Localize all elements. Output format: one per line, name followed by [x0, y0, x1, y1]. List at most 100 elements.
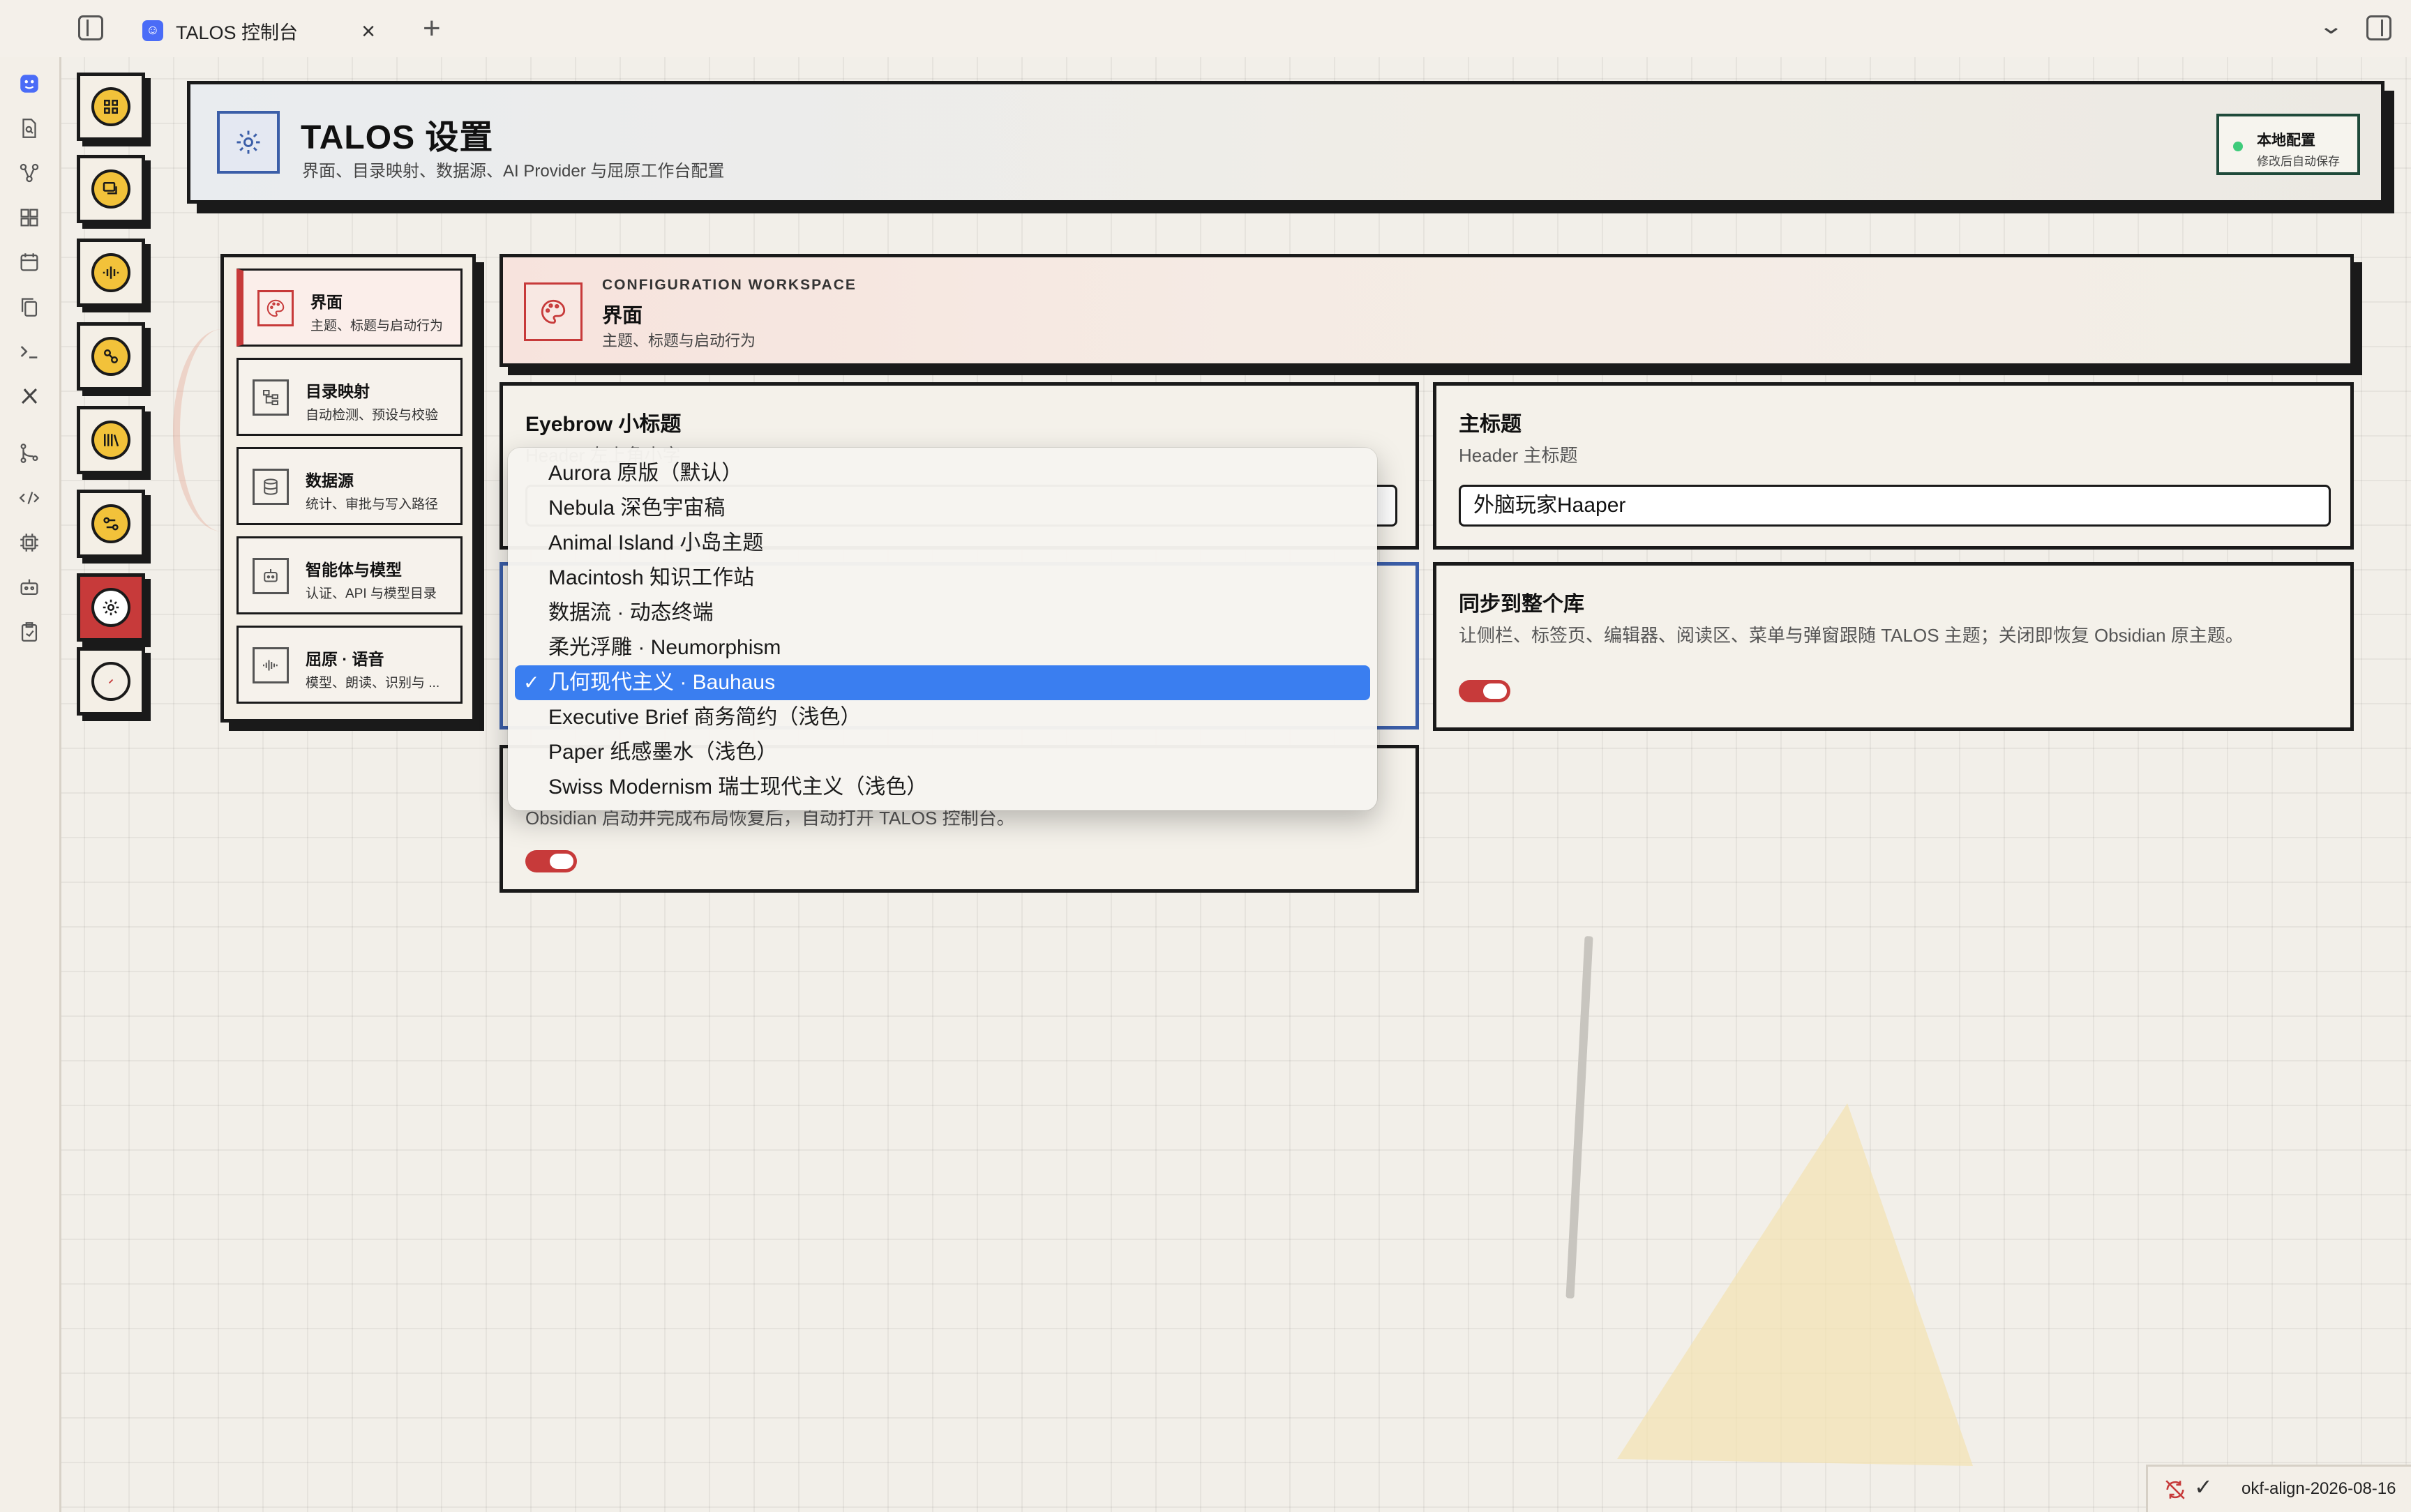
tab-title: TALOS 控制台 [176, 22, 299, 43]
palette-icon [257, 290, 294, 326]
nav-item-subtitle: 主题、标题与启动行为 [310, 319, 444, 333]
tools-icon[interactable] [15, 382, 43, 410]
status-bar: ✓ okf-align-2026-08-16 [2146, 1465, 2411, 1512]
card-subtitle: Header 主标题 [1459, 445, 1578, 466]
slash-circle-icon [91, 662, 130, 701]
card-subtitle: 让侧栏、标签页、编辑器、阅读区、菜单与弹窗跟随 TALOS 主题；关闭即恢复 O… [1459, 625, 2244, 646]
nav-item-title: 智能体与模型 [306, 561, 402, 579]
status-dot [2233, 142, 2243, 151]
card-title: Eyebrow 小标题 [525, 413, 682, 436]
talos-icon[interactable] [15, 70, 43, 98]
nav-item-quyuan-voice[interactable]: 屈原 · 语音 模型、朗读、识别与 ... [236, 626, 463, 704]
nav-item-agents-models[interactable]: 智能体与模型 认证、API 与模型目录 [236, 536, 463, 614]
palette-icon [524, 282, 583, 341]
ribbon [0, 57, 61, 1512]
graph-icon[interactable] [15, 159, 43, 187]
sync-vault-setting-card: 同步到整个库 让侧栏、标签页、编辑器、阅读区、菜单与弹窗跟随 TALOS 主题；… [1433, 562, 2354, 731]
chip-icon[interactable] [15, 529, 43, 557]
title-bar: ☺ TALOS 控制台 × + ⌄ [0, 0, 2411, 57]
page-title: TALOS 设置 [301, 119, 494, 156]
theme-option[interactable]: Macintosh 知识工作站 [515, 561, 1370, 596]
dock-voice-button[interactable] [77, 239, 145, 307]
workflow-icon [91, 337, 130, 376]
chevron-down-icon[interactable]: ⌄ [2318, 13, 2345, 39]
nav-item-title: 屈原 · 语音 [306, 650, 384, 668]
file-search-icon[interactable] [15, 114, 43, 142]
card-title: 主标题 [1459, 413, 1522, 436]
robot-icon[interactable] [15, 573, 43, 601]
theme-option[interactable]: Animal Island 小岛主题 [515, 526, 1370, 561]
theme-option[interactable]: Swiss Modernism 瑞士现代主义（浅色） [515, 770, 1370, 805]
dashboard-icon[interactable] [15, 204, 43, 232]
code-icon[interactable] [15, 484, 43, 512]
sync-off-icon[interactable] [2163, 1478, 2187, 1502]
close-icon[interactable]: × [361, 18, 375, 45]
page-subtitle: 界面、目录映射、数据源、AI Provider 与屈原工作台配置 [302, 162, 725, 181]
dock-chat-button[interactable] [77, 155, 145, 223]
theme-option-label: 几何现代主义 · Bauhaus [548, 671, 776, 694]
checkmark-icon: ✓ [523, 672, 540, 693]
main-title-input[interactable]: 外脑玩家Haaper [1459, 485, 2331, 527]
decoration-triangle [1617, 1103, 1973, 1466]
status-text: okf-align-2026-08-16 [2241, 1479, 2396, 1498]
left-sidebar-toggle-icon[interactable] [78, 15, 103, 40]
copy-icon[interactable] [15, 293, 43, 321]
theme-option[interactable]: Nebula 深色宇宙稿 [515, 491, 1370, 526]
theme-option-selected[interactable]: ✓ 几何现代主义 · Bauhaus [515, 665, 1370, 700]
local-config-badge: 本地配置 修改后自动保存 [2216, 114, 2360, 175]
dock-transfer-button[interactable] [77, 490, 145, 558]
dock-extra-button[interactable] [77, 647, 145, 716]
clipboard-icon[interactable] [15, 618, 43, 646]
right-sidebar-toggle-icon[interactable] [2366, 15, 2391, 40]
theme-option[interactable]: Paper 纸感墨水（浅色） [515, 735, 1370, 770]
badge-subtitle: 修改后自动保存 [2257, 155, 2340, 168]
nav-item-interface[interactable]: 界面 主题、标题与启动行为 [236, 269, 463, 347]
voice-waveform-icon [253, 647, 289, 683]
voice-waveform-icon [91, 253, 130, 292]
terminal-icon[interactable] [15, 338, 43, 365]
sync-vault-toggle[interactable] [1459, 680, 1510, 702]
tab-talos-console[interactable]: ☺ TALOS 控制台 × [130, 10, 409, 52]
main-title-setting-card: 主标题 Header 主标题 外脑玩家Haaper [1433, 382, 2354, 550]
nav-item-data-source[interactable]: 数据源 统计、审批与写入路径 [236, 447, 463, 525]
theme-option[interactable]: 柔光浮雕 · Neumorphism [515, 630, 1370, 665]
transfer-icon [91, 504, 130, 543]
nav-item-title: 数据源 [306, 471, 354, 490]
settings-nav: 界面 主题、标题与启动行为 目录映射 自动检测、预设与校验 数据源 统计、审批与… [220, 254, 476, 723]
git-icon[interactable] [15, 439, 43, 467]
nav-item-title: 界面 [310, 293, 343, 311]
robot-icon [253, 558, 289, 594]
check-icon[interactable]: ✓ [2194, 1474, 2213, 1500]
dashboard-icon [91, 87, 130, 126]
nav-item-subtitle: 自动检测、预设与校验 [306, 408, 439, 423]
new-tab-icon[interactable]: + [423, 11, 441, 46]
nav-item-subtitle: 认证、API 与模型目录 [306, 587, 437, 601]
theme-dropdown-menu: Aurora 原版（默认） Nebula 深色宇宙稿 Animal Island… [508, 448, 1377, 810]
workspace-header: CONFIGURATION WORKSPACE 界面 主题、标题与启动行为 [500, 254, 2354, 367]
nav-item-subtitle: 模型、朗读、识别与 ... [306, 676, 440, 690]
dock-dashboard-button[interactable] [77, 73, 145, 141]
autostart-toggle[interactable] [525, 850, 577, 872]
talos-app-icon: ☺ [142, 20, 163, 41]
theme-option[interactable]: Executive Brief 商务简约（浅色） [515, 700, 1370, 735]
dock-workflow-button[interactable] [77, 322, 145, 391]
gear-icon [217, 111, 280, 174]
badge-title: 本地配置 [2257, 133, 2315, 149]
theme-option[interactable]: Aurora 原版（默认） [515, 456, 1370, 491]
nav-item-title: 目录映射 [306, 382, 370, 400]
settings-header: TALOS 设置 界面、目录映射、数据源、AI Provider 与屈原工作台配… [187, 81, 2384, 204]
dock-library-button[interactable] [77, 406, 145, 474]
calendar-icon[interactable] [15, 248, 43, 276]
folder-tree-icon [253, 379, 289, 416]
card-title: 同步到整个库 [1459, 593, 1584, 616]
dock-settings-button[interactable] [77, 573, 145, 642]
workspace-subtitle: 主题、标题与启动行为 [602, 332, 756, 349]
library-icon [91, 421, 130, 460]
nav-item-directory-mapping[interactable]: 目录映射 自动检测、预设与校验 [236, 358, 463, 436]
database-icon [253, 469, 289, 505]
workspace-title: 界面 [602, 305, 643, 327]
gear-icon [91, 588, 130, 627]
workspace-eyebrow: CONFIGURATION WORKSPACE [602, 277, 857, 293]
theme-option[interactable]: 数据流 · 动态终端 [515, 596, 1370, 630]
chat-icon [91, 169, 130, 209]
